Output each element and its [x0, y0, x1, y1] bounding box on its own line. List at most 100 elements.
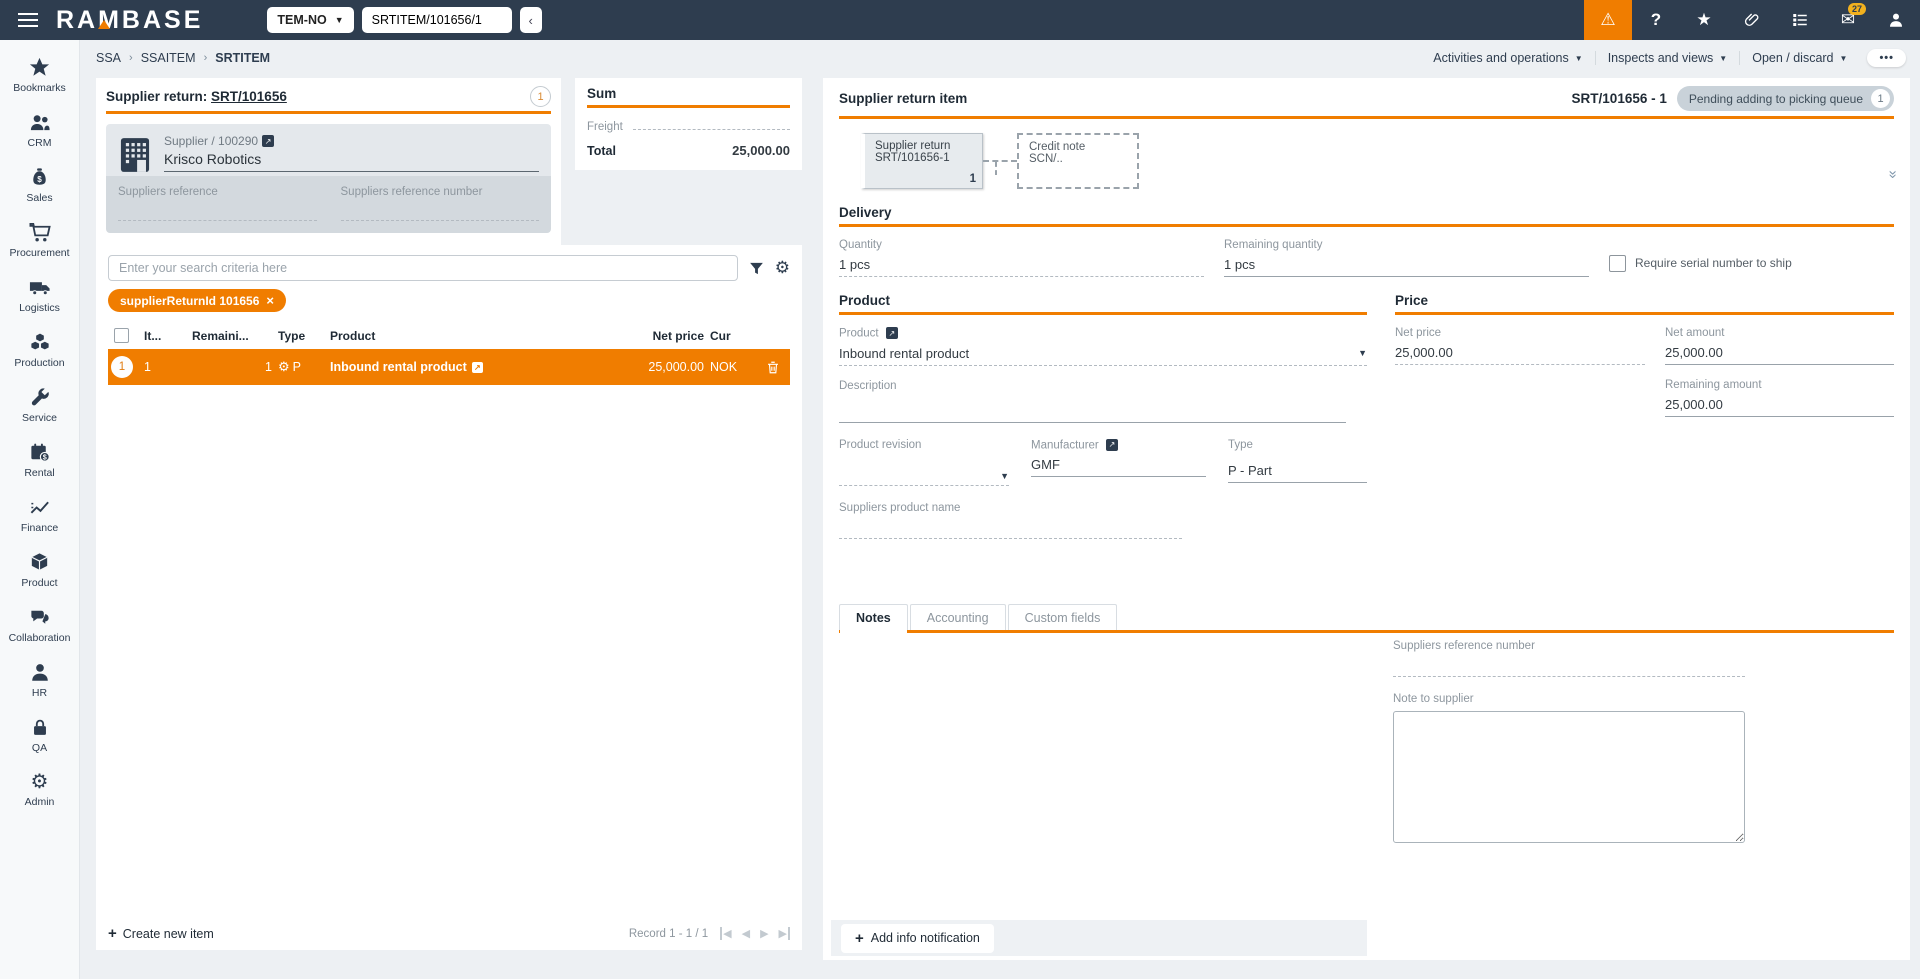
alerts-button[interactable]: ⚠ [1584, 0, 1632, 40]
col-item[interactable]: It... [144, 329, 192, 343]
activities-operations-menu[interactable]: Activities and operations▼ [1421, 51, 1594, 65]
delete-row-icon[interactable] [766, 360, 780, 375]
module-select[interactable]: TEM-NO▼ [267, 7, 353, 33]
create-new-item-button[interactable]: + Create new item [108, 925, 214, 942]
attachments-button[interactable] [1728, 0, 1776, 40]
warning-icon: ⚠ [1600, 10, 1615, 30]
supplier-return-link[interactable]: SRT/101656 [211, 89, 287, 104]
note-to-supplier-label: Note to supplier [1393, 693, 1745, 705]
product-revision-select[interactable]: ▼ [839, 471, 1009, 486]
open-discard-menu[interactable]: Open / discard▼ [1739, 51, 1859, 65]
breadcrumb: SSA › SSAITEM › SRTITEM [96, 51, 270, 65]
table-settings-gear-icon[interactable]: ⚙ [775, 258, 790, 278]
flow-card-supplier-return[interactable]: Supplier return SRT/101656-1 1 [861, 133, 983, 189]
tab-notes[interactable]: Notes [839, 604, 908, 630]
flow-connector [983, 160, 1017, 162]
favorites-button[interactable]: ★ [1680, 0, 1728, 40]
sidebar-item-procurement[interactable]: Procurement [0, 213, 79, 268]
open-product-icon[interactable]: ↗ [472, 362, 483, 373]
first-page-icon[interactable]: ◀ [720, 927, 731, 940]
open-manufacturer-icon[interactable]: ↗ [1106, 439, 1118, 451]
more-options-button[interactable]: ••• [1867, 49, 1906, 67]
rental-calendar-icon: $ [28, 441, 52, 464]
cell-item: 1 [144, 360, 192, 374]
detail-title: Supplier return item [839, 91, 967, 106]
col-currency[interactable]: Cur [710, 329, 756, 343]
back-button[interactable]: ‹ [520, 7, 542, 33]
row-number-badge: 1 [111, 356, 133, 378]
hamburger-menu-icon[interactable] [0, 0, 56, 40]
description-field[interactable] [839, 422, 1346, 423]
supplier-name[interactable]: Krisco Robotics [164, 148, 539, 172]
breadcrumb-separator: › [129, 52, 133, 64]
sidebar-item-crm[interactable]: CRM [0, 103, 79, 158]
open-supplier-icon[interactable]: ↗ [262, 135, 274, 147]
breadcrumb-ssa[interactable]: SSA [96, 51, 121, 65]
net-price-field[interactable]: 25,000.00 [1395, 345, 1645, 365]
items-table-header: It... Remaini... Type Product Net price … [108, 324, 790, 349]
open-product-detail-icon[interactable]: ↗ [886, 327, 898, 339]
sum-title: Sum [587, 86, 790, 108]
prev-page-icon[interactable]: ◀ [742, 927, 750, 940]
note-to-supplier-textarea[interactable] [1393, 711, 1745, 843]
part-gear-icon: ⚙ [278, 359, 290, 375]
total-value: 25,000.00 [732, 143, 790, 158]
sidebar-item-sales[interactable]: $ Sales [0, 158, 79, 213]
next-page-icon[interactable]: ▶ [760, 927, 768, 940]
suppliers-product-name-field[interactable] [839, 538, 1182, 539]
inspects-views-menu[interactable]: Inspects and views▼ [1595, 51, 1740, 65]
suppliers-reference-field[interactable] [118, 220, 317, 221]
items-panel: ⚙ supplierReturnId 101656× It... Remaini… [96, 245, 802, 950]
chevron-down-icon: ▼ [1358, 348, 1367, 358]
product-select[interactable]: Inbound rental product ▼ [839, 346, 1367, 366]
col-product[interactable]: Product [330, 329, 606, 343]
sidebar-item-hr[interactable]: HR [0, 653, 79, 708]
sidebar-item-service[interactable]: Service [0, 378, 79, 433]
freight-label: Freight [587, 121, 623, 133]
help-button[interactable]: ? [1632, 0, 1680, 40]
sidebar-item-production[interactable]: Production [0, 323, 79, 378]
remove-filter-icon[interactable]: × [266, 293, 274, 308]
add-info-notification-button[interactable]: + Add info notification [841, 924, 994, 953]
sidebar-item-finance[interactable]: Finance [0, 488, 79, 543]
filter-icon[interactable] [748, 260, 765, 277]
col-type[interactable]: Type [278, 329, 330, 343]
breadcrumb-ssaitem[interactable]: SSAITEM [141, 51, 196, 65]
sidebar-item-collaboration[interactable]: Collaboration [0, 598, 79, 653]
require-serial-checkbox[interactable] [1609, 255, 1626, 272]
document-search-input[interactable] [362, 7, 512, 33]
tab-custom-fields[interactable]: Custom fields [1008, 604, 1118, 630]
sidebar-item-logistics[interactable]: Logistics [0, 268, 79, 323]
chevron-down-icon: ▼ [335, 15, 344, 25]
document-flow: Supplier return SRT/101656-1 1 Credit no… [861, 133, 1894, 189]
col-net-price[interactable]: Net price [606, 329, 710, 343]
filter-chip-supplier-return-id[interactable]: supplierReturnId 101656× [108, 289, 286, 312]
breadcrumb-separator: › [204, 52, 208, 64]
suppliers-reference-number-field[interactable] [341, 220, 540, 221]
select-all-checkbox[interactable] [114, 328, 129, 343]
table-row[interactable]: 1 1 1 ⚙ P Inbound rental product ↗ 25,00… [108, 349, 790, 385]
star-icon: ★ [1696, 10, 1711, 30]
flow-card-credit-note[interactable]: Credit note SCN/.. [1017, 133, 1139, 189]
col-remaining[interactable]: Remaini... [192, 329, 278, 343]
task-list-button[interactable] [1776, 0, 1824, 40]
quantity-field[interactable]: 1 pcs [839, 257, 1204, 277]
tab-suppliers-reference-number-field[interactable] [1393, 676, 1745, 677]
sidebar-item-rental[interactable]: $ Rental [0, 433, 79, 488]
chevron-down-icon: ▼ [1840, 54, 1848, 63]
tab-accounting[interactable]: Accounting [910, 604, 1006, 630]
status-badge[interactable]: Pending adding to picking queue 1 [1677, 86, 1894, 111]
sidebar-item-product[interactable]: Product [0, 543, 79, 598]
top-bar: RAMBASE TEM-NO▼ ‹ ⚠ ? ★ [0, 0, 1920, 40]
last-page-icon[interactable]: ▶ [779, 927, 790, 940]
freight-field[interactable] [633, 118, 790, 130]
sidebar-item-admin[interactable]: ⚙ Admin [0, 763, 79, 817]
items-search-input[interactable] [108, 255, 738, 281]
user-menu-button[interactable] [1872, 0, 1920, 40]
supplier-return-item-panel: Supplier return item SRT/101656 - 1 Pend… [823, 78, 1910, 960]
collapse-double-chevron-icon[interactable]: « [1883, 170, 1900, 178]
messages-button[interactable]: ✉ 27 [1824, 0, 1872, 40]
sidebar-item-bookmarks[interactable]: Bookmarks [0, 48, 79, 103]
sales-moneybag-icon: $ [28, 166, 51, 189]
sidebar-item-qa[interactable]: QA [0, 708, 79, 763]
